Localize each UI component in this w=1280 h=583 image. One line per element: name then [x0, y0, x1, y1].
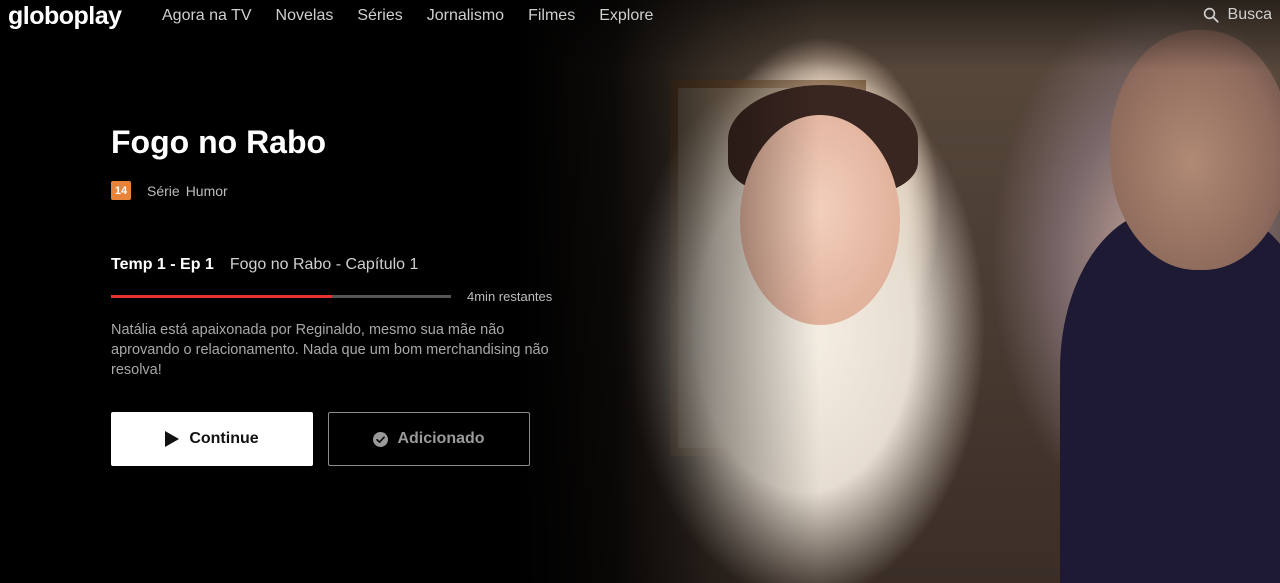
- play-icon: [165, 431, 180, 447]
- time-remaining: 4min restantes: [467, 289, 553, 304]
- search-icon: [1203, 7, 1219, 23]
- episode-title: Fogo no Rabo - Capítulo 1: [229, 256, 419, 273]
- nav-item-filmes[interactable]: Filmes: [528, 7, 575, 25]
- search-button[interactable]: Busca: [1202, 6, 1272, 24]
- age-rating-badge: 14: [111, 181, 131, 200]
- genre-tag: Humor: [185, 182, 228, 199]
- top-header: globoplay Agora na TV Novelas Séries Jor…: [0, 0, 1280, 34]
- nav-item-series[interactable]: Séries: [357, 7, 402, 25]
- search-label: Busca: [1227, 6, 1272, 23]
- hero-gradient: [0, 0, 1280, 583]
- show-meta: 14 Série Humor: [111, 181, 234, 200]
- nav-item-novelas[interactable]: Novelas: [276, 7, 334, 25]
- added-to-list-button[interactable]: Adicionado: [328, 412, 530, 466]
- episode-number: Temp 1 - Ep 1: [111, 256, 214, 273]
- nav-item-jornalismo[interactable]: Jornalismo: [427, 7, 504, 25]
- genre-tag: Série: [147, 182, 180, 199]
- progress-fill: [111, 295, 332, 298]
- episode-info: Temp 1 - Ep 1 Fogo no Rabo - Capítulo 1: [111, 256, 418, 274]
- episode-description: Natália está apaixonada por Reginaldo, m…: [111, 322, 549, 378]
- nav-item-explore[interactable]: Explore: [599, 7, 653, 25]
- continue-label: Continue: [189, 430, 259, 447]
- nav-item-agora-na-tv[interactable]: Agora na TV: [162, 7, 252, 25]
- main-nav: Agora na TV Novelas Séries Jornalismo Fi…: [162, 7, 677, 25]
- added-label: Adicionado: [397, 430, 485, 447]
- globoplay-logo[interactable]: globoplay: [8, 2, 122, 31]
- check-circle-icon: [373, 431, 389, 447]
- progress-bar: [111, 295, 451, 298]
- continue-button[interactable]: Continue: [111, 412, 313, 466]
- show-title: Fogo no Rabo: [111, 124, 327, 160]
